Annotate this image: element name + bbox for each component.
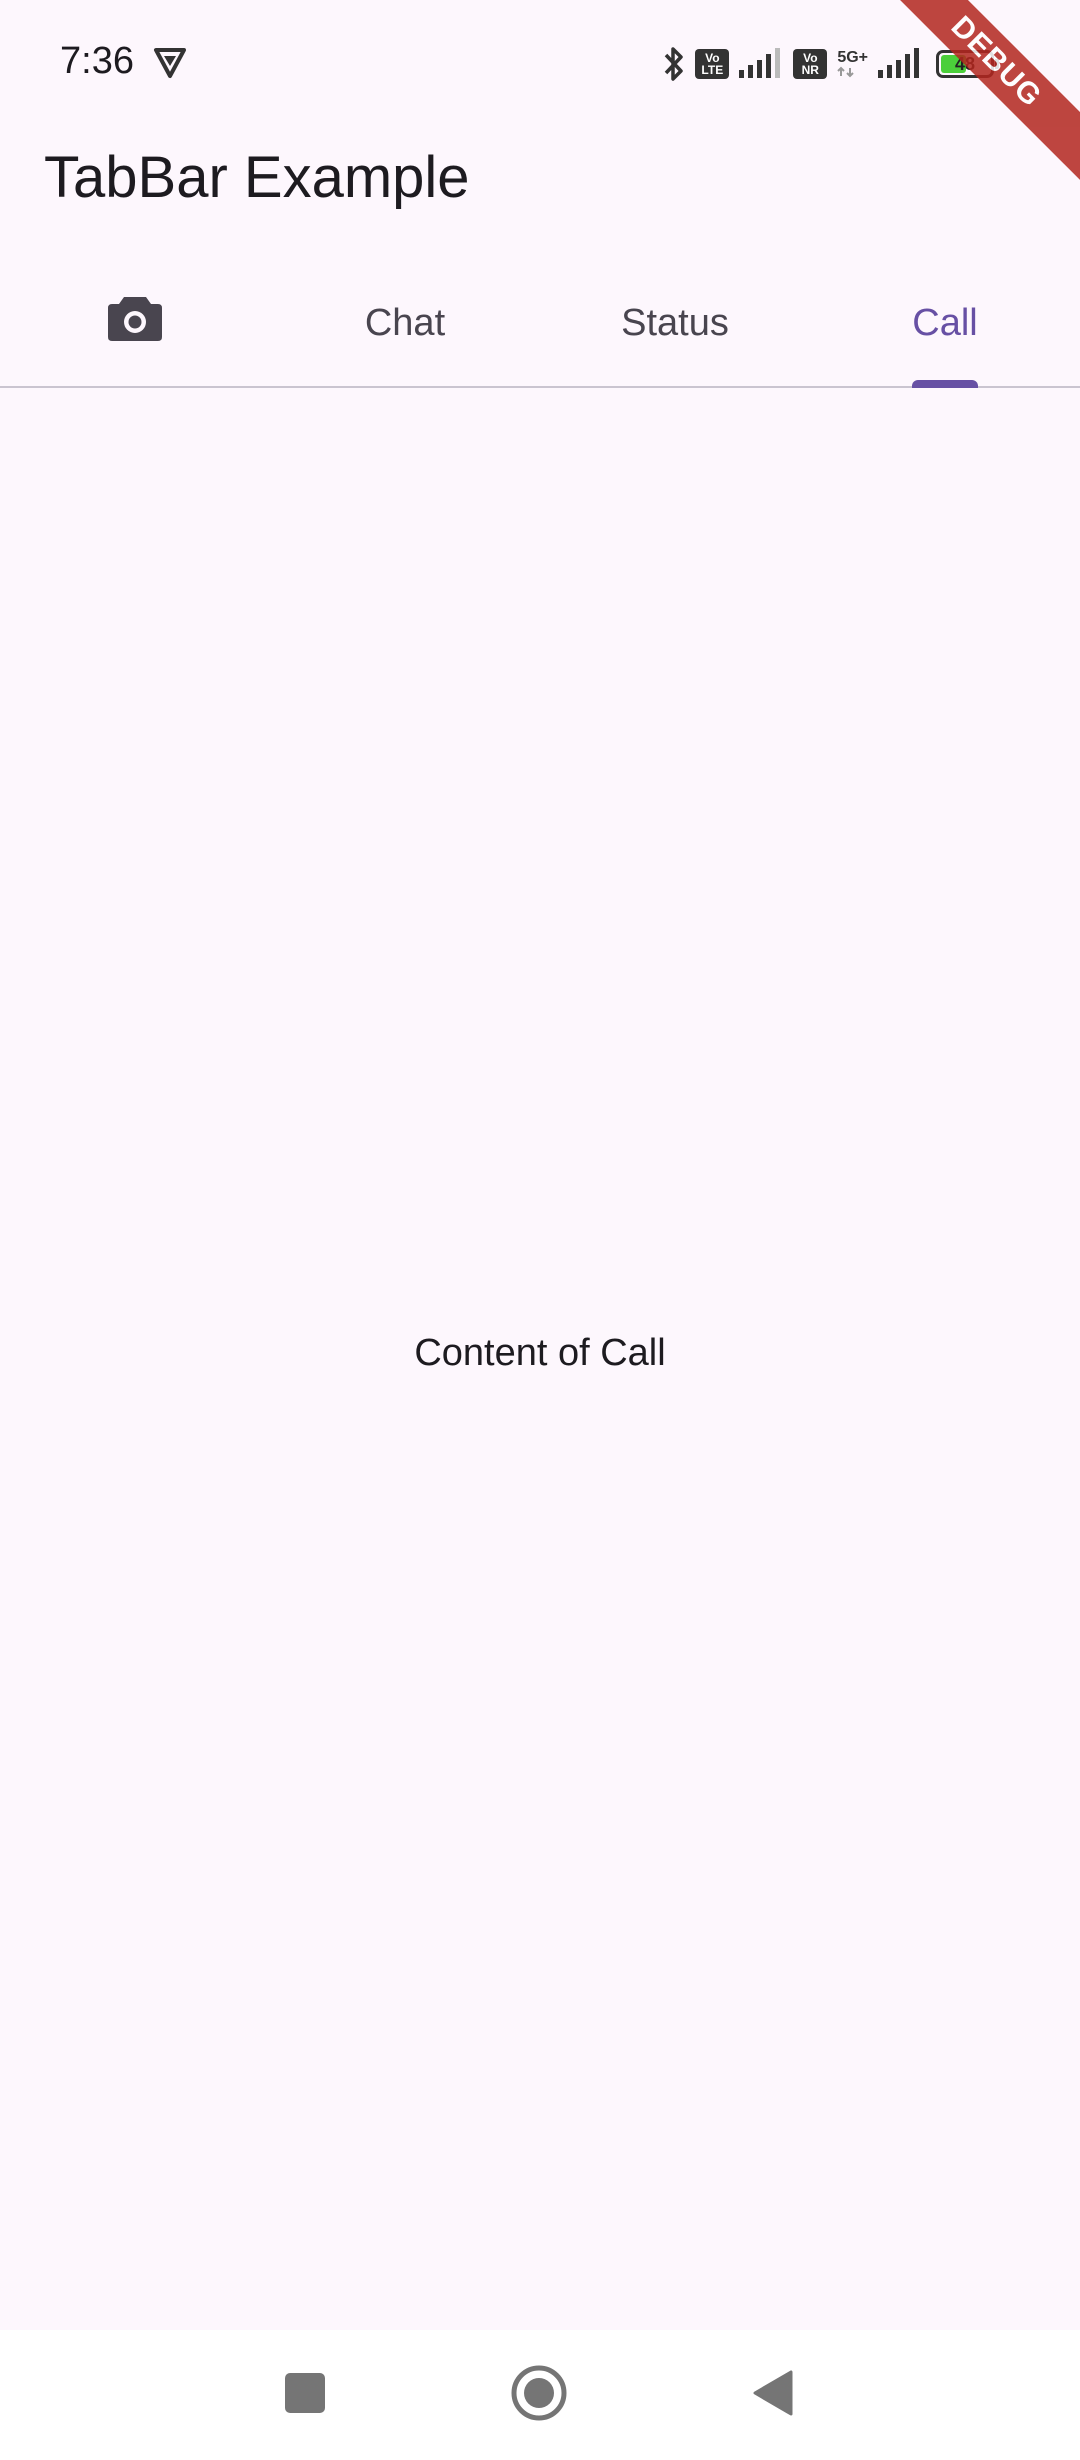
tab-bar: Chat Status Call (0, 260, 1080, 388)
home-circle-icon (510, 2364, 568, 2427)
network-type-label: 5G+ (837, 49, 868, 66)
content-text: Content of Call (414, 1332, 666, 1374)
bluetooth-icon (663, 45, 685, 83)
tab-chat-label: Chat (364, 301, 446, 344)
status-icons: Vo LTE Vo NR 5G+ (663, 42, 999, 86)
app-bar: TabBar Example (0, 130, 1080, 260)
recents-button[interactable] (268, 2358, 342, 2432)
volte-badge: Vo LTE (695, 49, 730, 79)
tab-chat[interactable]: Chat (270, 260, 540, 386)
recents-square-icon (285, 2372, 325, 2418)
home-button[interactable] (502, 2358, 576, 2432)
camera-icon (106, 293, 164, 353)
tab-content: Content of Call (0, 390, 1080, 2330)
status-time: 7:36 (60, 40, 134, 82)
back-button[interactable] (736, 2358, 810, 2432)
back-triangle-icon (753, 2370, 793, 2421)
active-tab-indicator (912, 380, 978, 388)
tab-status-label: Status (621, 301, 729, 344)
system-nav-bar (0, 2330, 1080, 2460)
tab-call[interactable]: Call (810, 260, 1080, 388)
tab-camera[interactable] (0, 260, 270, 386)
vonr-text: Vo NR (801, 51, 819, 77)
status-bar: 7:36 Vo LTE Vo NR 5G+ (0, 0, 1080, 130)
signal-icon-2 (878, 48, 922, 80)
network-type: 5G+ (837, 50, 868, 78)
vpn-shield-icon (152, 44, 188, 80)
data-arrows-icon (837, 66, 855, 78)
signal-icon-1 (739, 48, 783, 80)
app-title: TabBar Example (44, 145, 470, 210)
tab-status[interactable]: Status (540, 260, 810, 386)
volte-text: Vo LTE (701, 51, 724, 77)
tab-call-label: Call (912, 301, 978, 344)
vonr-badge: Vo NR (793, 49, 828, 79)
